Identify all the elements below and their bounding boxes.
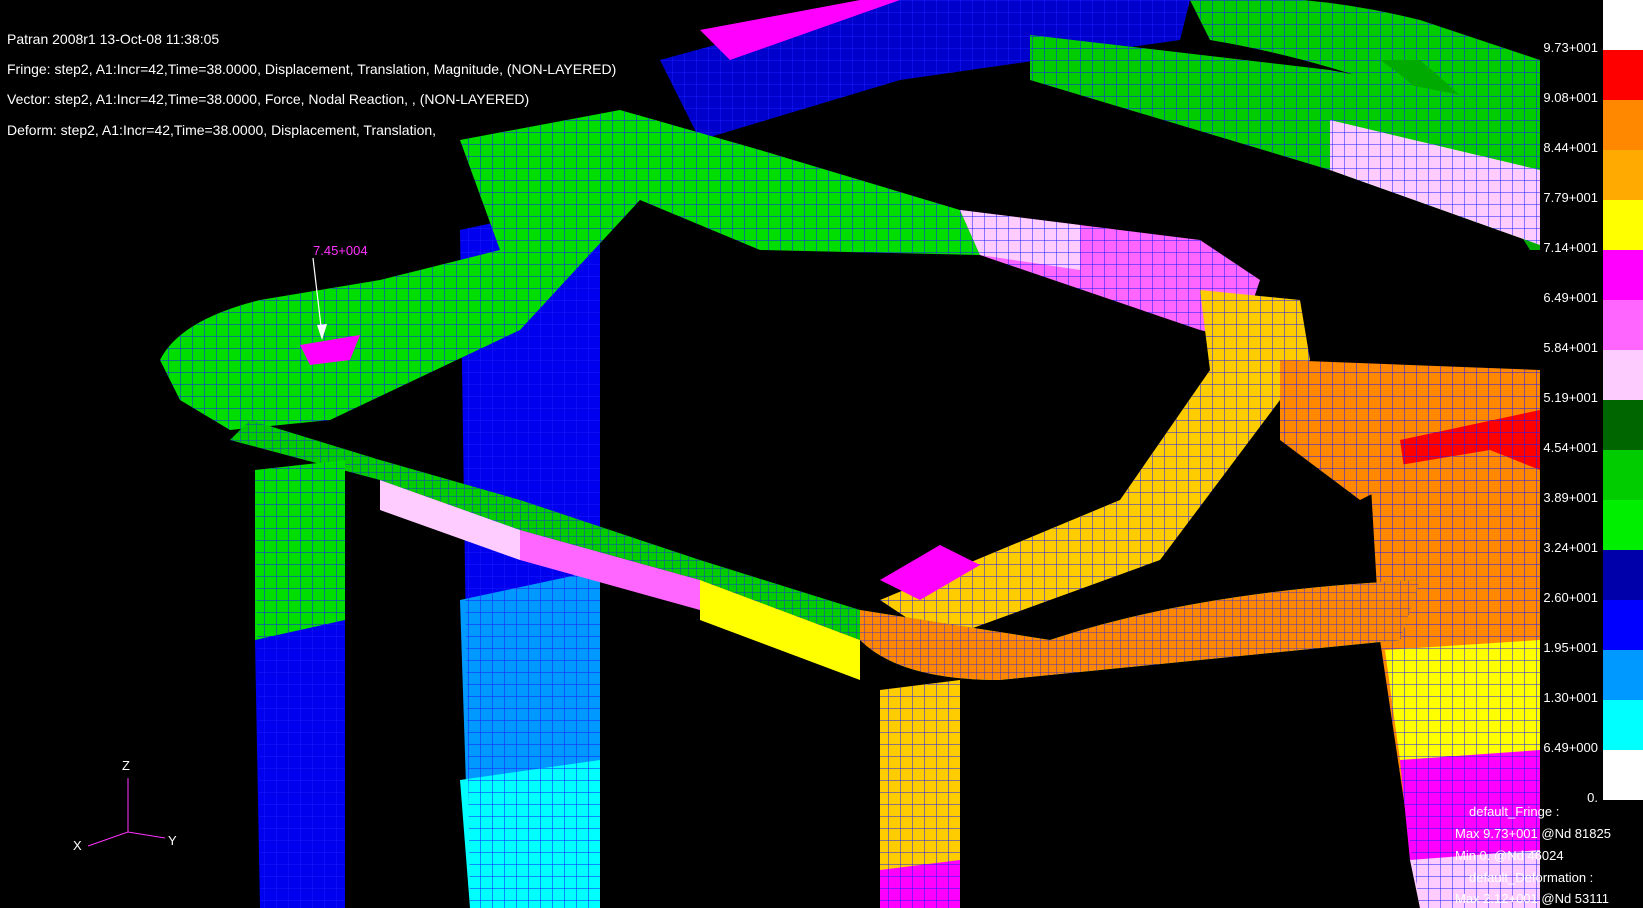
- fringe-max: Max 9.73+001 @Nd 81825: [1455, 826, 1611, 841]
- legend-swatch: [1603, 650, 1643, 700]
- graphics-viewport[interactable]: Patran 2008r1 13-Oct-08 11:38:05 Fringe:…: [0, 0, 1643, 908]
- fringe-legend: [1603, 0, 1643, 802]
- legend-swatch: [1603, 200, 1643, 250]
- legend-label: 5.84+001: [1543, 340, 1598, 355]
- front-center-column: [880, 680, 960, 908]
- title-line: Patran 2008r1 13-Oct-08 11:38:05: [7, 31, 220, 47]
- vector-value-label: 7.45+004: [313, 243, 368, 258]
- axis-x-label: X: [73, 838, 82, 853]
- fringe-info: Fringe: step2, A1:Incr=42,Time=38.0000, …: [7, 61, 617, 77]
- legend-label: 9.73+001: [1543, 40, 1598, 55]
- legend-swatch: [1603, 250, 1643, 300]
- legend-label: 1.95+001: [1543, 640, 1598, 655]
- legend-label: 3.89+001: [1543, 490, 1598, 505]
- fringe-summary-title: default_Fringe :: [1469, 804, 1560, 819]
- vector-info: Vector: step2, A1:Incr=42,Time=38.0000, …: [7, 91, 530, 107]
- deformation-summary-title: default_Deformation :: [1469, 870, 1594, 885]
- legend-swatch: [1603, 400, 1643, 450]
- right-ring-yellow: [880, 290, 1310, 640]
- legend-label: 5.19+001: [1543, 390, 1598, 405]
- legend-label: 3.24+001: [1543, 540, 1598, 555]
- legend-label: 2.60+001: [1543, 590, 1598, 605]
- legend-label: 6.49+001: [1543, 290, 1598, 305]
- left-green-column: [255, 460, 345, 908]
- legend-swatch: [1603, 500, 1643, 550]
- deform-info: Deform: step2, A1:Incr=42,Time=38.0000, …: [7, 122, 437, 138]
- front-lower-beam: [230, 420, 1420, 680]
- deformation-max: Max 2.12+001 @Nd 53111: [1455, 891, 1610, 906]
- legend-swatch: [1603, 300, 1643, 350]
- legend-swatch: [1603, 550, 1643, 600]
- legend-swatch: [1603, 50, 1643, 100]
- legend-swatch: [1603, 350, 1643, 400]
- legend-swatch: [1603, 100, 1643, 150]
- legend-label: 4.54+001: [1543, 440, 1598, 455]
- axis-z-label: Z: [122, 758, 130, 773]
- axis-y-label: Y: [168, 833, 177, 848]
- legend-swatch: [1603, 750, 1643, 800]
- legend-swatch: [1603, 600, 1643, 650]
- legend-label: 7.14+001: [1543, 240, 1598, 255]
- legend-label: 9.08+001: [1543, 90, 1598, 105]
- legend-swatch: [1603, 700, 1643, 750]
- fringe-min: Min 0. @Nd 46024: [1455, 848, 1564, 863]
- legend-label: 6.49+000: [1543, 740, 1598, 755]
- legend-label: 8.44+001: [1543, 140, 1598, 155]
- legend-label: 1.30+001: [1543, 690, 1598, 705]
- legend-swatch: [1603, 450, 1643, 500]
- legend-swatch: [1603, 0, 1643, 50]
- legend-swatch: [1603, 150, 1643, 200]
- legend-label: 0.: [1587, 790, 1598, 805]
- axis-triad: [87, 778, 166, 847]
- legend-label: 7.79+001: [1543, 190, 1598, 205]
